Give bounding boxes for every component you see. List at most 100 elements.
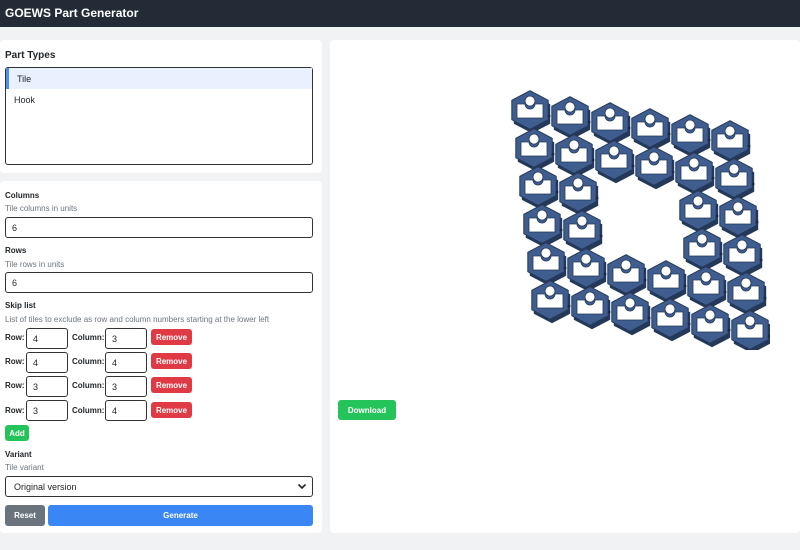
remove-button[interactable]: Remove	[151, 329, 192, 345]
tile	[567, 248, 607, 292]
skip-row-input[interactable]	[26, 400, 68, 421]
tile	[691, 304, 731, 348]
row-label: Row:	[5, 406, 25, 415]
skip-column-input[interactable]	[105, 376, 147, 397]
tile-pin	[759, 258, 763, 262]
variant-select[interactable]: Original version	[5, 476, 313, 497]
tile-hole	[524, 95, 536, 107]
row-label: Row:	[5, 381, 25, 390]
tile-hole	[688, 157, 700, 169]
tile	[671, 114, 711, 158]
tile-pin	[587, 120, 591, 124]
tile-pin	[563, 266, 567, 270]
tile-pin	[723, 290, 727, 294]
tile-pin	[667, 132, 671, 136]
tile	[611, 292, 651, 336]
chevron-down-icon	[297, 481, 307, 493]
row-label: Row:	[5, 357, 25, 366]
tile	[551, 96, 591, 140]
part-types-panel: Part Types Tile Hook	[0, 40, 322, 173]
columns-input[interactable]	[5, 217, 313, 238]
tile-hole	[728, 163, 740, 175]
tile-hole	[684, 119, 696, 131]
skip-row-input[interactable]	[26, 328, 68, 349]
tile-pin	[715, 214, 719, 218]
skip-column-input[interactable]	[105, 400, 147, 421]
remove-button[interactable]: Remove	[151, 402, 192, 418]
tile-hole	[724, 125, 736, 137]
tile-hole	[692, 195, 704, 207]
app-title: GOEWS Part Generator	[5, 6, 139, 20]
tile	[591, 102, 631, 146]
tile	[687, 266, 727, 310]
tile-pin	[671, 170, 675, 174]
tile	[519, 166, 559, 210]
tile-pin	[559, 228, 563, 232]
tile-pin	[747, 144, 751, 148]
tile-hole	[700, 271, 712, 283]
tile	[727, 272, 767, 316]
tile-hole	[528, 133, 540, 145]
tile-hole	[620, 259, 632, 271]
tile-pin	[595, 196, 599, 200]
tile	[607, 254, 647, 298]
tile	[595, 140, 635, 184]
column-label: Column:	[72, 357, 105, 366]
tile-pin	[711, 176, 715, 180]
rows-input[interactable]	[5, 272, 313, 293]
variant-label: Variant	[5, 450, 32, 459]
tile-hole	[648, 151, 660, 163]
tile-hole	[736, 239, 748, 251]
tile	[531, 280, 571, 324]
tile	[555, 134, 595, 178]
tile-hole	[544, 285, 556, 297]
reset-button[interactable]: Reset	[5, 505, 45, 526]
tile-pin	[647, 316, 651, 320]
download-button[interactable]: Download	[338, 400, 396, 420]
tile	[675, 152, 715, 196]
tile-hole	[540, 247, 552, 259]
tile-hole	[584, 291, 596, 303]
preview-panel: Download	[330, 40, 800, 533]
tile	[515, 128, 555, 172]
columns-help: Tile columns in units	[5, 204, 78, 213]
tile-pin	[751, 182, 755, 186]
tile-pin	[591, 158, 595, 162]
tile-hole	[660, 265, 672, 277]
tile-hole	[644, 113, 656, 125]
tile-hole	[536, 209, 548, 221]
tile-pin	[643, 278, 647, 282]
column-label: Column:	[72, 333, 105, 342]
tile-pin	[687, 322, 691, 326]
column-label: Column:	[72, 406, 105, 415]
tile-pin	[763, 296, 767, 300]
part-type-hook[interactable]: Hook	[6, 89, 312, 110]
remove-button[interactable]: Remove	[151, 377, 192, 393]
skip-row-input[interactable]	[26, 352, 68, 373]
tile-hole	[740, 277, 752, 289]
tile-hole	[576, 215, 588, 227]
tile-hole	[532, 171, 544, 183]
skip-row-input[interactable]	[26, 376, 68, 397]
tile-hole	[564, 101, 576, 113]
tile-pin	[567, 304, 571, 308]
part-type-tile[interactable]: Tile	[6, 68, 312, 89]
add-skip-button[interactable]: Add	[5, 425, 29, 441]
tile	[651, 298, 691, 342]
tile	[511, 90, 551, 134]
tile-hole	[580, 253, 592, 265]
part-types-list[interactable]: Tile Hook	[5, 67, 313, 165]
rows-label: Rows	[5, 246, 27, 255]
tile-pin	[719, 252, 723, 256]
tile-pin	[555, 190, 559, 194]
tile	[719, 196, 759, 240]
generate-button[interactable]: Generate	[48, 505, 313, 526]
tile	[559, 172, 599, 216]
remove-button[interactable]: Remove	[151, 353, 192, 369]
tile-preview-3d[interactable]	[510, 90, 770, 350]
skip-column-input[interactable]	[105, 328, 147, 349]
skip-column-input[interactable]	[105, 352, 147, 373]
tile-hole	[704, 309, 716, 321]
parameters-panel: Columns Tile columns in units Rows Tile …	[0, 181, 322, 533]
tile-hole	[604, 107, 616, 119]
